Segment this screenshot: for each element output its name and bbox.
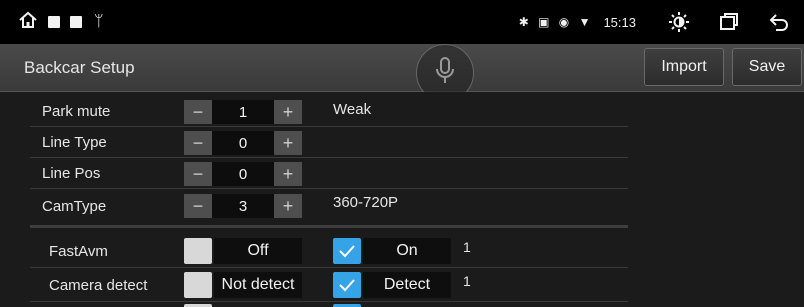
camera-detect-count: 1 bbox=[463, 273, 471, 289]
increment-button[interactable]: + bbox=[274, 162, 302, 186]
park-mute-label: Park mute bbox=[42, 103, 111, 120]
increment-button[interactable]: + bbox=[274, 131, 302, 155]
camera-detect-off-option[interactable]: Not detect bbox=[214, 272, 302, 298]
increment-button[interactable]: + bbox=[274, 100, 302, 124]
clock: 15:13 bbox=[603, 14, 636, 30]
camtype-stepper: − 3 + bbox=[184, 194, 302, 218]
fastavm-on-option[interactable]: On bbox=[363, 238, 451, 264]
increment-button[interactable]: + bbox=[274, 194, 302, 218]
line-type-label: Line Type bbox=[42, 134, 107, 151]
decrement-button[interactable]: − bbox=[184, 162, 212, 186]
usb-icon: ᛘ bbox=[94, 13, 104, 30]
system-status-icons: ✱ ▣ ◉ ▼ bbox=[518, 15, 594, 29]
decrement-button[interactable]: − bbox=[184, 194, 212, 218]
camtype-description: 360-720P bbox=[333, 194, 399, 211]
app-bar: Backcar Setup Import Save bbox=[0, 44, 804, 92]
fastavm-off-option[interactable]: Off bbox=[214, 238, 302, 264]
line-pos-stepper: − 0 + bbox=[184, 162, 302, 186]
back-icon[interactable] bbox=[754, 0, 804, 44]
settings-panel: Park mute − 1 + Weak Line Type − 0 + Lin… bbox=[0, 92, 804, 307]
fastavm-off-checkbox[interactable] bbox=[184, 238, 212, 264]
fastavm-label: FastAvm bbox=[49, 243, 108, 260]
decrement-button[interactable]: − bbox=[184, 131, 212, 155]
divider bbox=[30, 267, 628, 268]
park-mute-stepper: − 1 + bbox=[184, 100, 302, 124]
home-icon[interactable] bbox=[18, 10, 38, 35]
checkmark-icon bbox=[339, 245, 355, 258]
camtype-value: 3 bbox=[212, 194, 274, 218]
divider bbox=[30, 301, 628, 302]
import-button[interactable]: Import bbox=[644, 48, 724, 86]
decrement-button[interactable]: − bbox=[184, 100, 212, 124]
status-bar: ᛘ ✱ ▣ ◉ ▼ 15:13 bbox=[0, 0, 804, 44]
camera-detect-on-option[interactable]: Detect bbox=[363, 272, 451, 298]
save-button[interactable]: Save bbox=[732, 48, 802, 86]
line-pos-label: Line Pos bbox=[42, 165, 101, 182]
recent-apps-icon[interactable] bbox=[704, 0, 754, 44]
fastavm-count: 1 bbox=[463, 239, 471, 255]
divider bbox=[30, 126, 628, 127]
section-divider bbox=[30, 225, 628, 228]
notification-icon bbox=[70, 16, 82, 28]
camera-detect-label: Camera detect bbox=[49, 277, 148, 294]
divider bbox=[30, 188, 628, 189]
camera-detect-off-checkbox[interactable] bbox=[184, 272, 212, 298]
camtype-label: CamType bbox=[42, 198, 107, 215]
checkmark-icon bbox=[339, 279, 355, 292]
page-title: Backcar Setup bbox=[24, 58, 135, 77]
divider bbox=[30, 157, 628, 158]
line-type-value: 0 bbox=[212, 131, 274, 155]
brightness-icon[interactable] bbox=[654, 0, 704, 44]
park-mute-description: Weak bbox=[333, 101, 372, 118]
line-type-stepper: − 0 + bbox=[184, 131, 302, 155]
notification-icon bbox=[48, 16, 60, 28]
fastavm-on-checkbox[interactable] bbox=[333, 238, 361, 264]
line-pos-value: 0 bbox=[212, 162, 274, 186]
park-mute-value: 1 bbox=[212, 100, 274, 124]
camera-detect-on-checkbox[interactable] bbox=[333, 272, 361, 298]
microphone-icon bbox=[434, 56, 456, 91]
